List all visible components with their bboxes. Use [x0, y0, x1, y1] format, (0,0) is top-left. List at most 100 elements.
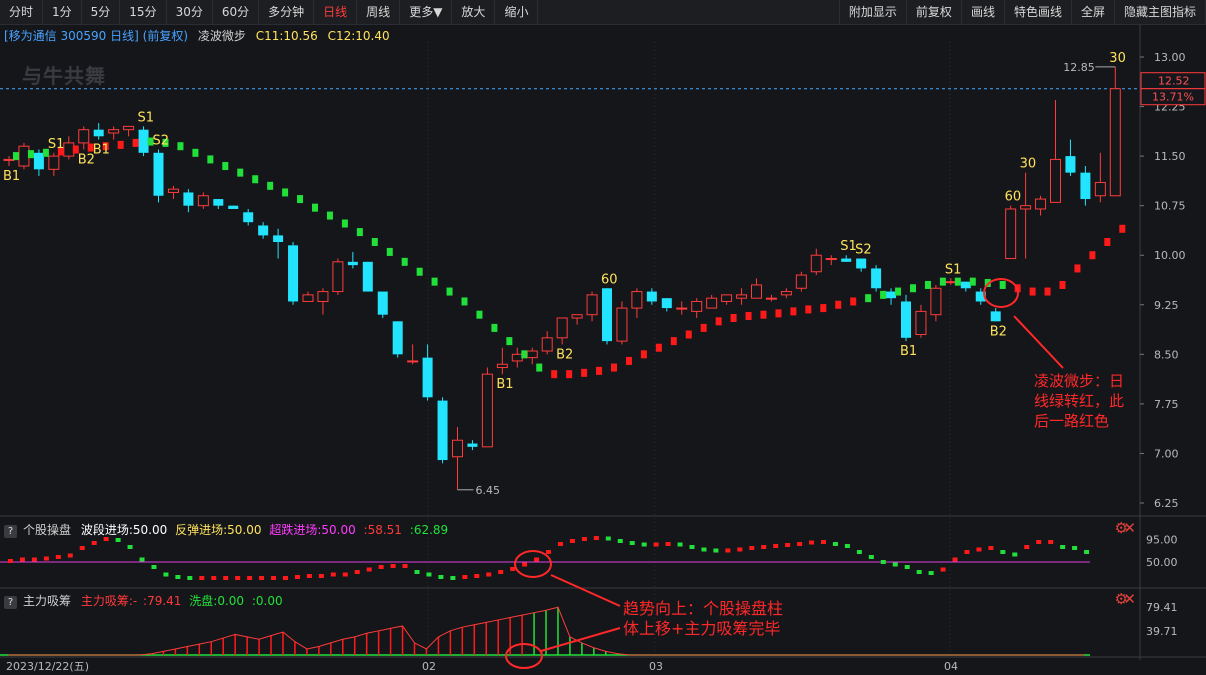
lingbo-step-mark — [13, 152, 19, 161]
sub1-point — [271, 576, 277, 580]
candle-body-up — [1109, 88, 1121, 197]
sub1-point — [629, 541, 635, 545]
sub1-point — [294, 575, 300, 579]
sub1-point — [940, 567, 946, 572]
sub1-point — [19, 557, 25, 562]
sub1-annotation-arrow — [550, 574, 621, 607]
sub1-point — [689, 545, 695, 549]
sub2-close-icon[interactable]: ✕ — [1123, 590, 1136, 608]
lingbo-step-mark — [954, 277, 961, 286]
sub1-point — [749, 546, 755, 550]
candle-body-down — [228, 205, 239, 209]
lingbo-step-mark — [1074, 264, 1081, 273]
low-price-label: 6.45 — [476, 484, 501, 497]
lingbo-step-mark — [461, 297, 468, 306]
sub1-point — [1084, 550, 1090, 554]
lingbo-step-mark — [551, 370, 558, 379]
candle-body-up — [1020, 205, 1032, 210]
lingbo-step-mark — [790, 307, 797, 316]
signal-label: B1 — [3, 169, 20, 184]
sub1-help-button[interactable]: ? — [4, 525, 17, 538]
candle-body-down — [347, 261, 358, 266]
sub1-point — [797, 542, 803, 546]
lingbo-step-mark — [207, 155, 214, 164]
candle-body-down — [362, 261, 373, 292]
lingbo-step-mark — [252, 175, 259, 184]
sub2-name[interactable]: 主力吸筹 — [23, 594, 71, 608]
lingbo-step-mark — [835, 300, 842, 309]
candle-body-up — [1005, 208, 1017, 260]
candle-body-down — [990, 311, 1001, 322]
lingbo-step-mark — [491, 323, 498, 332]
lingbo-step-mark — [1059, 280, 1066, 289]
date-axis-label: 03 — [649, 660, 663, 673]
sub1-point — [426, 572, 432, 577]
sub1-point — [868, 555, 874, 559]
candle-body-up — [691, 300, 703, 312]
lingbo-step-mark — [730, 313, 737, 322]
sub1-point — [342, 572, 348, 577]
sub1-point — [916, 570, 922, 574]
sub1-point — [725, 548, 731, 553]
sub2-main-accum: 主力吸筹:- — [80, 594, 138, 608]
candle-body-down — [1065, 156, 1076, 173]
candle-body-down — [33, 152, 44, 170]
sub1-point — [330, 572, 336, 577]
main-annotation-line: 后一路红色 — [1034, 412, 1110, 430]
candle-body-down — [437, 400, 448, 461]
date-axis-label: 02 — [422, 660, 436, 673]
sub1-point — [462, 575, 468, 579]
sub1-point — [402, 564, 408, 568]
candle-body-up — [541, 337, 553, 352]
price-tick-label: 13.00 — [1154, 51, 1186, 64]
candle-body-up — [511, 353, 523, 362]
lingbo-step-mark — [805, 305, 812, 314]
signal-label: 30 — [1020, 157, 1037, 172]
lingbo-step-mark — [581, 368, 588, 377]
sub1-point — [223, 576, 229, 580]
candle-body-down — [901, 301, 911, 338]
candle-body-up — [945, 281, 957, 284]
sub1-point — [713, 548, 719, 553]
sub1-close-icon[interactable]: ✕ — [1123, 519, 1136, 537]
sub1-oversold-entry: 超跌进场:50.00 — [269, 523, 356, 537]
lingbo-step-mark — [880, 290, 887, 299]
candle-body-down — [467, 443, 478, 447]
sub1-point — [438, 575, 444, 579]
lingbo-step-mark — [775, 309, 782, 318]
candle-body-up — [736, 294, 748, 299]
candle-body-down — [661, 298, 672, 309]
sub1-point — [259, 576, 265, 580]
candle-body-up — [3, 158, 15, 161]
candle-body-up — [302, 294, 314, 302]
candle-body-up — [780, 291, 792, 296]
candle-body-up — [526, 350, 538, 359]
sub1-point — [247, 576, 253, 580]
price-tick-label: 9.25 — [1154, 299, 1179, 312]
sub1-point — [187, 576, 193, 580]
lingbo-step-mark — [446, 287, 453, 296]
signal-label: B2 — [556, 347, 573, 362]
signal-label: 60 — [601, 272, 618, 287]
candle-body-up — [751, 284, 762, 299]
kline-chart-area[interactable]: 13.0012.2511.5010.7510.009.258.507.757.0… — [0, 0, 1206, 675]
price-tick-label: 10.00 — [1154, 249, 1186, 262]
lingbo-step-mark — [1044, 287, 1051, 296]
sub1-name[interactable]: 个股操盘 — [23, 523, 71, 537]
candle-body-up — [78, 129, 90, 144]
lingbo-step-mark — [611, 363, 617, 372]
sub1-point — [235, 576, 241, 580]
lingbo-step-mark — [745, 312, 752, 321]
sub1-point — [653, 542, 659, 547]
sub2-help-button[interactable]: ? — [4, 596, 17, 609]
sub1-header: ? 个股操盘 波段进场:50.00 反弹进场:50.00 超跌进场:50.00 :… — [4, 521, 448, 538]
candle-body-up — [810, 254, 822, 273]
candle-body-down — [646, 291, 657, 302]
candle-body-up — [167, 188, 179, 193]
sub1-point — [785, 543, 791, 547]
lingbo-step-mark — [282, 188, 289, 197]
date-axis-label: 2023/12/22(五) — [6, 660, 89, 673]
candle-body-down — [288, 245, 299, 302]
lingbo-step-mark — [267, 181, 274, 190]
candle-body-up — [1094, 182, 1106, 197]
